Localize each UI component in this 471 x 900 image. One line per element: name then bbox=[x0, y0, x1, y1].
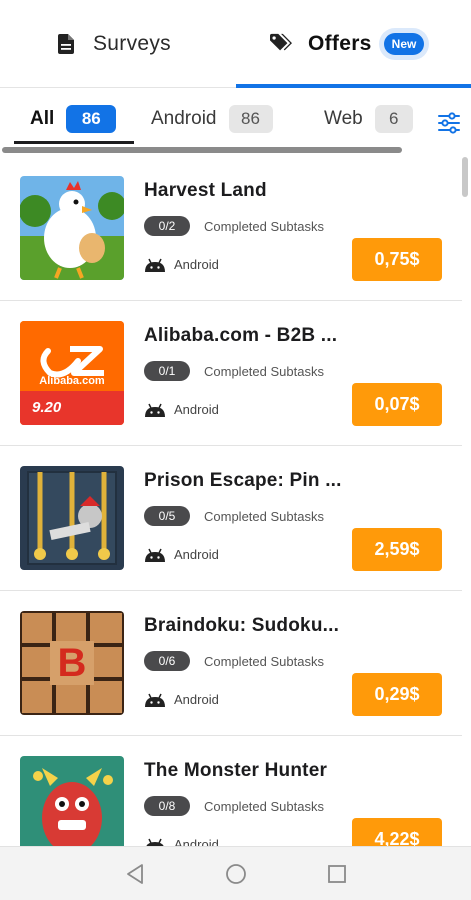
offer-title: The Monster Hunter bbox=[144, 760, 328, 781]
offer-platform: Android bbox=[144, 547, 219, 562]
subtask-progress-badge: 0/5 bbox=[144, 506, 190, 526]
filter-active-indicator bbox=[14, 141, 134, 144]
subtasks-label: Completed Subtasks bbox=[204, 218, 324, 234]
system-nav-bar bbox=[0, 846, 471, 900]
offer-thumbnail bbox=[20, 176, 124, 280]
android-icon bbox=[144, 258, 166, 272]
filter-all-count: 86 bbox=[66, 105, 117, 133]
vertical-scrollbar[interactable] bbox=[462, 157, 468, 197]
filter-android[interactable]: Android 86 bbox=[151, 102, 273, 136]
offer-card[interactable]: Alibaba.com 9.20 Alibaba.com - B2B ... 0… bbox=[0, 301, 462, 446]
subtask-progress-badge: 0/8 bbox=[144, 796, 190, 816]
android-icon bbox=[144, 548, 166, 562]
tab-offers[interactable]: Offers New bbox=[270, 0, 425, 88]
filter-web[interactable]: Web 6 bbox=[324, 102, 413, 136]
reward-button[interactable]: 0,07$ bbox=[352, 383, 442, 426]
filter-web-count: 6 bbox=[374, 105, 413, 133]
platform-label: Android bbox=[174, 257, 219, 272]
tags-icon bbox=[270, 33, 292, 55]
offer-card[interactable]: The Monster Hunter 0/8 Completed Subtask… bbox=[0, 736, 462, 846]
offer-subtasks: 0/5 Completed Subtasks bbox=[144, 506, 324, 526]
alibaba-promo-text: 9.20 bbox=[32, 399, 62, 416]
offer-card[interactable]: B Braindoku: Sudoku... 0/6 Completed Sub… bbox=[0, 591, 462, 736]
tab-offers-label: Offers bbox=[308, 32, 372, 55]
braindoku-letter: B bbox=[57, 640, 87, 685]
recents-icon[interactable] bbox=[326, 863, 348, 885]
reward-button[interactable]: 4,22$ bbox=[352, 818, 442, 846]
top-tabs: Surveys Offers New bbox=[0, 0, 471, 88]
offer-platform: Android bbox=[144, 837, 219, 846]
offer-subtasks: 0/6 Completed Subtasks bbox=[144, 651, 324, 671]
new-badge: New bbox=[383, 33, 425, 55]
offer-thumbnail: B bbox=[20, 611, 124, 715]
horizontal-scrollbar[interactable] bbox=[2, 147, 402, 153]
offer-thumbnail: Alibaba.com 9.20 bbox=[20, 321, 124, 425]
alibaba-logo-text: Alibaba.com bbox=[39, 375, 105, 387]
platform-label: Android bbox=[174, 547, 219, 562]
sliders-icon[interactable] bbox=[436, 110, 462, 136]
filter-android-label: Android bbox=[151, 108, 217, 129]
offer-subtasks: 0/1 Completed Subtasks bbox=[144, 361, 324, 381]
filter-all-label: All bbox=[30, 108, 55, 129]
active-tab-indicator bbox=[236, 84, 471, 88]
android-icon bbox=[144, 693, 166, 707]
offer-platform: Android bbox=[144, 692, 219, 707]
offer-thumbnail bbox=[20, 756, 124, 846]
subtasks-label: Completed Subtasks bbox=[204, 653, 324, 669]
subtasks-label: Completed Subtasks bbox=[204, 363, 324, 379]
reward-button[interactable]: 0,29$ bbox=[352, 673, 442, 716]
subtask-progress-badge: 0/2 bbox=[144, 216, 190, 236]
offer-list: Harvest Land 0/2 Completed Subtasks Andr… bbox=[0, 156, 471, 846]
reward-button[interactable]: 0,75$ bbox=[352, 238, 442, 281]
offer-card[interactable]: Prison Escape: Pin ... 0/5 Completed Sub… bbox=[0, 446, 462, 591]
android-icon bbox=[144, 838, 166, 846]
filter-tabs: All 86 Android 86 Web 6 bbox=[0, 94, 471, 146]
offer-title: Prison Escape: Pin ... bbox=[144, 470, 342, 491]
filter-web-label: Web bbox=[324, 108, 363, 129]
offer-title: Alibaba.com - B2B ... bbox=[144, 325, 338, 346]
platform-label: Android bbox=[174, 402, 219, 417]
platform-label: Android bbox=[174, 692, 219, 707]
offer-subtasks: 0/8 Completed Subtasks bbox=[144, 796, 324, 816]
offer-title: Braindoku: Sudoku... bbox=[144, 615, 340, 636]
offer-platform: Android bbox=[144, 402, 219, 417]
filter-all[interactable]: All 86 bbox=[30, 102, 117, 136]
filter-android-count: 86 bbox=[228, 105, 273, 133]
subtask-progress-badge: 0/6 bbox=[144, 651, 190, 671]
document-icon bbox=[55, 33, 77, 55]
tab-surveys[interactable]: Surveys bbox=[55, 0, 171, 88]
subtasks-label: Completed Subtasks bbox=[204, 508, 324, 524]
home-icon[interactable] bbox=[225, 863, 247, 885]
offer-title: Harvest Land bbox=[144, 180, 267, 201]
offer-platform: Android bbox=[144, 257, 219, 272]
android-icon bbox=[144, 403, 166, 417]
subtasks-label: Completed Subtasks bbox=[204, 798, 324, 814]
back-icon[interactable] bbox=[124, 863, 146, 885]
offer-card[interactable]: Harvest Land 0/2 Completed Subtasks Andr… bbox=[0, 156, 462, 301]
offer-subtasks: 0/2 Completed Subtasks bbox=[144, 216, 324, 236]
tab-surveys-label: Surveys bbox=[93, 32, 171, 55]
platform-label: Android bbox=[174, 837, 219, 846]
offer-thumbnail bbox=[20, 466, 124, 570]
reward-button[interactable]: 2,59$ bbox=[352, 528, 442, 571]
subtask-progress-badge: 0/1 bbox=[144, 361, 190, 381]
